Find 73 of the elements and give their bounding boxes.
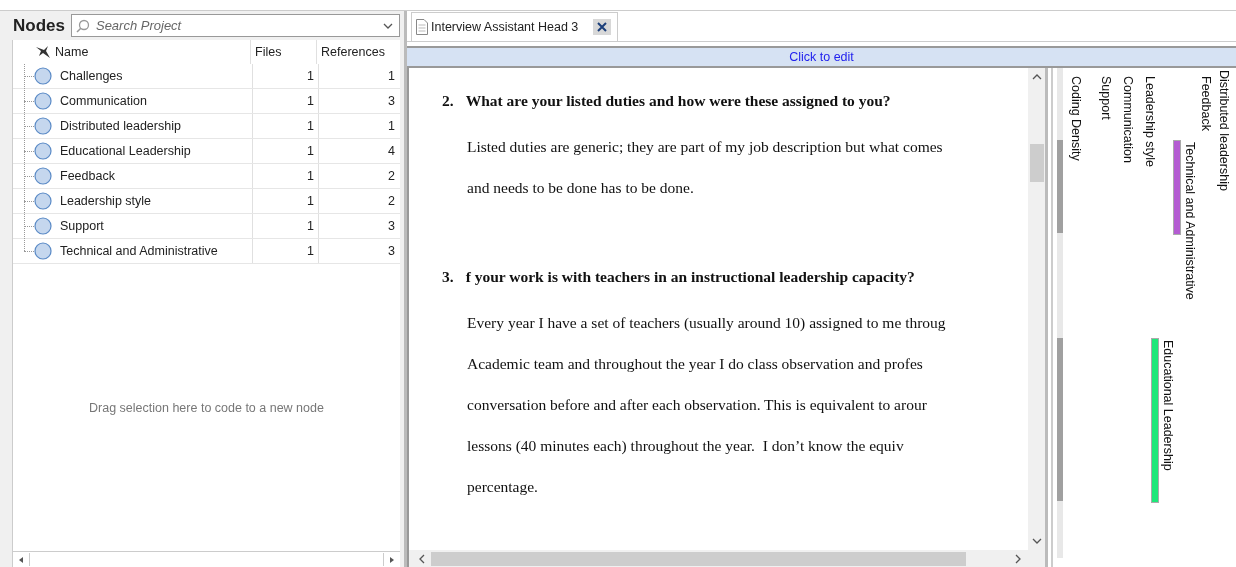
answer-text-line: Listed duties are generic; they are part of my job description but what comes — [467, 138, 944, 157]
node-name[interactable]: Challenges — [56, 64, 252, 88]
dropdown-caret-icon[interactable] — [383, 23, 393, 29]
stripe-label[interactable]: Distributed leadership — [1217, 70, 1231, 191]
stripe-label[interactable]: Leadership style — [1143, 76, 1157, 168]
answer-text-line: and needs to be done has to be done. — [467, 179, 695, 198]
node-icon — [34, 242, 52, 260]
horizontal-scrollbar[interactable] — [13, 551, 400, 567]
node-name[interactable]: Support — [56, 214, 252, 238]
node-icon — [34, 117, 52, 135]
scroll-thumb[interactable] — [1029, 144, 1044, 182]
table-cell: 3 — [318, 89, 399, 113]
column-header[interactable]: References — [316, 40, 397, 64]
node-name[interactable]: Feedback — [56, 164, 252, 188]
node-icon — [34, 167, 52, 185]
scroll-thumb[interactable] — [431, 551, 966, 566]
drop-hint: Drag selection here to code to a new node — [89, 400, 324, 415]
table-cell: 1 — [252, 89, 318, 113]
table-cell: 1 — [252, 114, 318, 138]
scroll-left-icon[interactable] — [419, 553, 425, 564]
table-cell: 1 — [252, 164, 318, 188]
column-header[interactable]: Files — [250, 40, 316, 64]
answer-text-line: conversation before and after each observation. This is equivalent to arour — [467, 396, 928, 415]
node-name[interactable]: Technical and Administrative — [56, 239, 252, 263]
stripe-label[interactable]: Technical and Administrative — [1183, 142, 1197, 300]
close-icon[interactable] — [593, 19, 612, 35]
node-icon — [34, 67, 52, 85]
panel-title: Nodes — [13, 15, 65, 36]
answer-text-line: percentage. — [467, 478, 539, 497]
question-number: 2. — [442, 92, 454, 110]
table-cell: 1 — [252, 239, 318, 263]
edit-bar[interactable]: Click to edit — [407, 46, 1236, 68]
scroll-down-icon[interactable] — [1031, 538, 1042, 544]
node-name[interactable]: Educational Leadership — [56, 139, 252, 163]
table-cell: 2 — [318, 164, 399, 188]
question-text: What are your listed duties and how were these assigned to you? — [465, 92, 891, 110]
stripe-label[interactable]: Educational Leadership — [1161, 340, 1175, 471]
node-name[interactable]: Distributed leadership — [56, 114, 252, 138]
table-cell: 1 — [252, 189, 318, 213]
document-tab[interactable]: Interview Assistant Head 3 — [411, 12, 619, 41]
node-name[interactable]: Leadership style — [56, 189, 252, 213]
node-name[interactable]: Communication — [56, 89, 252, 113]
node-icon — [34, 192, 52, 210]
table-cell: 1 — [252, 139, 318, 163]
table-cell: 3 — [318, 239, 399, 263]
table-cell: 1 — [318, 64, 399, 88]
column-header[interactable]: Name — [51, 40, 250, 64]
search-icon — [75, 19, 90, 33]
stripe-label[interactable]: Communication — [1121, 76, 1135, 163]
search-field[interactable]: Search Project — [70, 14, 400, 37]
stripe-label[interactable]: Feedback — [1199, 76, 1213, 131]
vertical-scrollbar[interactable] — [1028, 68, 1045, 550]
table-cell: 2 — [318, 189, 399, 213]
node-icon — [34, 142, 52, 160]
question-number: 3. — [442, 268, 454, 286]
answer-text-line: Every year I have a set of teachers (usually around 10) assigned to me throug — [467, 314, 947, 333]
node-icon — [34, 92, 52, 110]
table-cell: 4 — [318, 139, 399, 163]
scroll-up-icon[interactable] — [1031, 74, 1042, 80]
scroll-right-icon[interactable] — [1015, 553, 1021, 564]
table-cell: 3 — [318, 214, 399, 238]
table-cell: 1 — [318, 114, 399, 138]
question-text: f your work is with teachers in an instructional leadership capacity? — [465, 268, 915, 286]
pin-icon[interactable] — [35, 45, 51, 59]
stripe-label[interactable]: Coding Density — [1069, 76, 1083, 161]
document-icon — [416, 19, 428, 35]
node-icon — [34, 217, 52, 235]
answer-text-line: Academic team and throughout the year I do class observation and profes — [467, 355, 924, 374]
horizontal-scrollbar[interactable] — [409, 550, 1045, 567]
answer-text-line: lessons (40 minutes each) throughout the year. I don’t know the equiv — [467, 437, 905, 456]
table-cell: 1 — [252, 64, 318, 88]
table-cell: 1 — [252, 214, 318, 238]
stripe-label[interactable]: Support — [1099, 76, 1113, 120]
